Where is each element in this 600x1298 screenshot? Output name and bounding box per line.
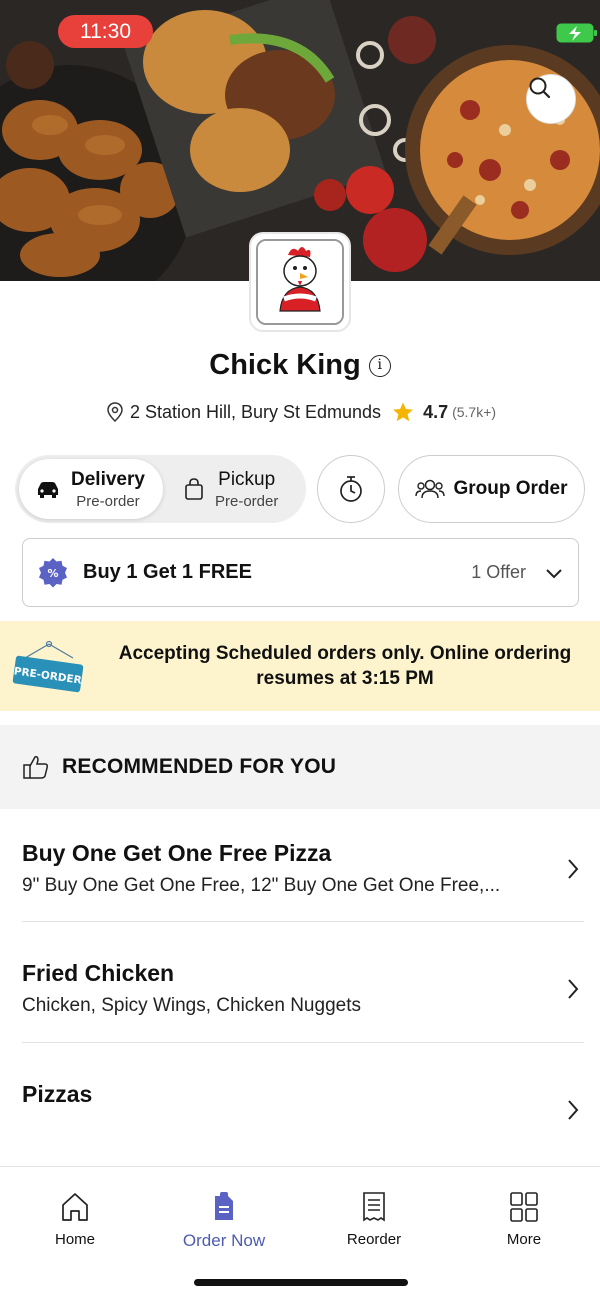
offer-title: Buy 1 Get 1 FREE [83,561,252,583]
star-icon [393,402,414,422]
shopping-bag-icon [185,478,203,500]
nav-order-now[interactable]: Order Now [169,1191,279,1251]
chevron-down-icon [546,568,562,578]
thumbs-up-icon [23,756,48,779]
nav-more-label: More [506,1231,542,1248]
offer-count: 1 Offer [471,562,526,582]
category-name: Buy One Get One Free Pizza [22,840,332,866]
group-order-button[interactable]: Group Order [398,455,585,523]
rating-count: (5.7k+) [452,404,497,420]
home-indicator [194,1279,408,1286]
delivery-sub: Pre-order [76,492,140,510]
recommended-header: RECOMMENDED FOR YOU [0,725,600,809]
category-name: Pizzas [22,1081,93,1107]
search-button[interactable] [526,74,576,124]
location-pin-icon [107,402,123,423]
rating-value: 4.7 [423,401,449,422]
order-icon [215,1192,233,1220]
battery-icon [556,23,597,43]
receipt-icon [363,1192,385,1222]
nav-home-label: Home [54,1231,95,1248]
delivery-option[interactable]: Delivery Pre-order [19,459,163,519]
category-name: Fried Chicken [22,960,175,986]
restaurant-name: Chick King [209,349,361,381]
restaurant-address: 2 Station Hill, Bury St Edmunds [129,401,382,422]
group-icon [415,479,446,499]
discount-badge-icon: % [39,557,67,587]
grid-icon [510,1192,538,1222]
pickup-label: Pickup [218,468,276,490]
search-icon [529,77,551,99]
pickup-sub: Pre-order [215,492,279,510]
delivery-label: Delivery [71,468,145,490]
preorder-tag-icon: PRE-ORDER [12,640,84,693]
chevron-right-icon [568,859,579,879]
category-desc: 9" Buy One Get One Free, 12" Buy One Get… [22,875,501,896]
home-icon [62,1193,88,1221]
nav-home[interactable]: Home [20,1191,130,1248]
chevron-right-icon [568,979,579,999]
svg-text:%: % [47,567,58,580]
category-item[interactable]: Pizzas [22,1081,584,1151]
banner-text: Accepting Scheduled orders only. Online … [118,643,572,689]
pickup-option[interactable]: Pickup Pre-order [175,459,305,519]
car-icon [38,482,58,498]
restaurant-logo [249,232,351,332]
nav-reorder[interactable]: Reorder [319,1191,429,1248]
nav-more[interactable]: More [469,1191,579,1248]
scheduled-orders-banner: Accepting Scheduled orders only. Online … [0,621,600,711]
group-order-label: Group Order [453,478,568,499]
offer-bar[interactable]: % Buy 1 Get 1 FREE 1 Offer [22,538,579,607]
schedule-button[interactable] [317,455,385,523]
recommended-title: RECOMMENDED FOR YOU [62,755,337,778]
stopwatch-icon [340,476,362,502]
nav-order-label: Order Now [182,1231,266,1250]
info-icon[interactable]: i [368,354,391,377]
category-item[interactable]: Fried Chicken Chicken, Spicy Wings, Chic… [22,960,584,1043]
order-mode-toggle: Delivery Pre-order Pickup Pre-order [15,455,306,523]
chevron-right-icon [568,1100,579,1120]
category-item[interactable]: Buy One Get One Free Pizza 9" Buy One Ge… [22,840,584,922]
nav-reorder-label: Reorder [346,1231,402,1248]
chicken-mascot-logo [258,241,342,323]
status-time: 11:30 [58,15,153,48]
category-desc: Chicken, Spicy Wings, Chicken Nuggets [22,995,361,1016]
